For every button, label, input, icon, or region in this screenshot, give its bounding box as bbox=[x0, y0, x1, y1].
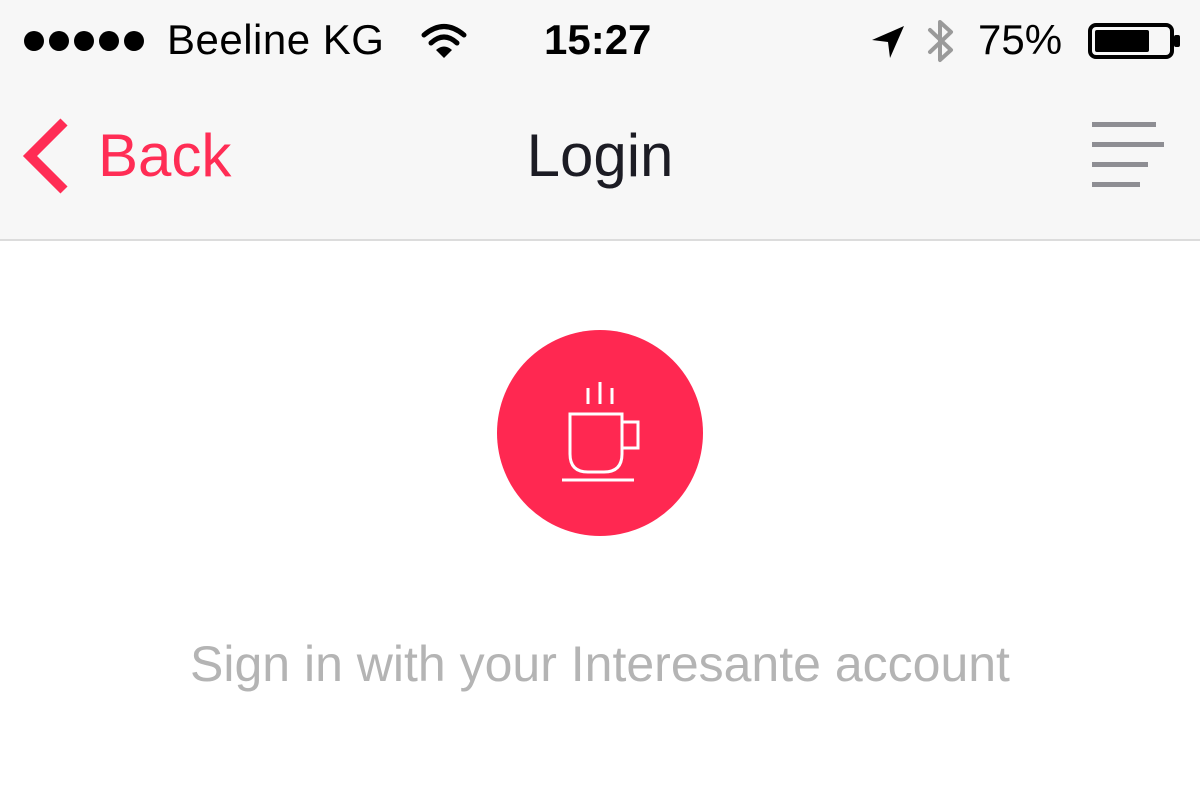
location-arrow-icon bbox=[872, 26, 904, 58]
sign-in-subtitle: Sign in with your Interesante account bbox=[190, 636, 1010, 692]
battery-percent: 75% bbox=[978, 16, 1063, 63]
carrier-name: Beeline KG bbox=[167, 16, 385, 63]
bluetooth-icon bbox=[928, 20, 953, 62]
back-button-label: Back bbox=[98, 122, 232, 189]
status-bar: Beeline KG 15:27 75% bbox=[0, 0, 1200, 80]
login-screen: Beeline KG 15:27 75% Back Login Sign in … bbox=[0, 0, 1200, 800]
wifi-icon bbox=[421, 24, 467, 58]
signal-dots-icon bbox=[24, 31, 144, 51]
app-logo bbox=[497, 330, 703, 536]
back-button[interactable]: Back bbox=[20, 116, 231, 196]
status-time: 15:27 bbox=[544, 16, 652, 63]
top-bar: Beeline KG 15:27 75% Back Login bbox=[0, 0, 1200, 241]
battery-icon bbox=[1088, 23, 1180, 59]
navigation-bar: Back Login bbox=[0, 80, 1200, 240]
menu-lines-icon[interactable] bbox=[1088, 118, 1168, 194]
coffee-cup-icon bbox=[562, 382, 640, 482]
chevron-left-icon bbox=[22, 118, 68, 194]
